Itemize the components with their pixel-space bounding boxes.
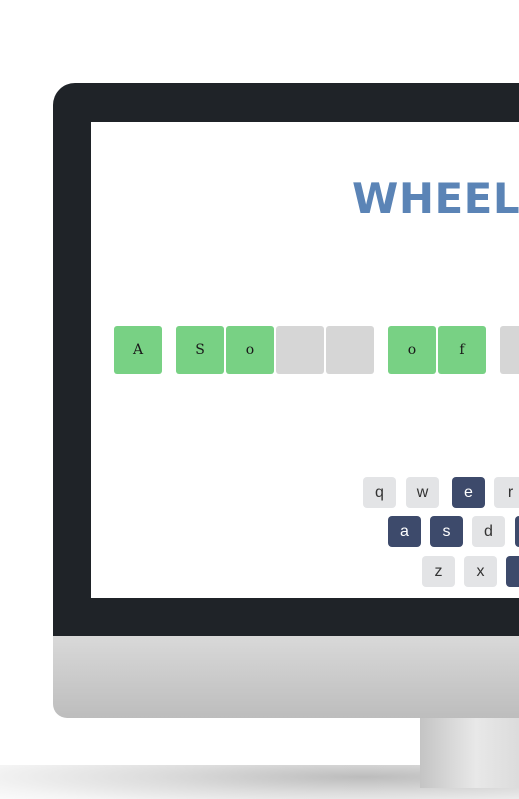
- key-q[interactable]: q: [363, 477, 396, 508]
- letter-tile-3[interactable]: o: [226, 326, 274, 374]
- key-r[interactable]: r: [494, 477, 519, 508]
- letter-tile-8[interactable]: [500, 326, 519, 374]
- letter-tile-4[interactable]: [276, 326, 324, 374]
- key-partial[interactable]: [506, 556, 519, 587]
- letter-tile-1[interactable]: A: [114, 326, 162, 374]
- key-z[interactable]: z: [422, 556, 455, 587]
- monitor-chin: [53, 636, 519, 718]
- key-s[interactable]: s: [430, 516, 463, 547]
- key-partial[interactable]: [515, 516, 519, 547]
- letter-tile-7[interactable]: f: [438, 326, 486, 374]
- key-a[interactable]: a: [388, 516, 421, 547]
- monitor-mockup: WHEEL A S o o f q w e r a s d z x: [0, 0, 519, 799]
- monitor-stand: [420, 718, 519, 788]
- game-title: WHEEL: [352, 174, 519, 223]
- key-x[interactable]: x: [464, 556, 497, 587]
- letter-tile-2[interactable]: S: [176, 326, 224, 374]
- letter-tile-6[interactable]: o: [388, 326, 436, 374]
- key-e[interactable]: e: [452, 477, 485, 508]
- key-d[interactable]: d: [472, 516, 505, 547]
- key-w[interactable]: w: [406, 477, 439, 508]
- game-screen: WHEEL A S o o f q w e r a s d z x: [91, 122, 519, 598]
- letter-tile-5[interactable]: [326, 326, 374, 374]
